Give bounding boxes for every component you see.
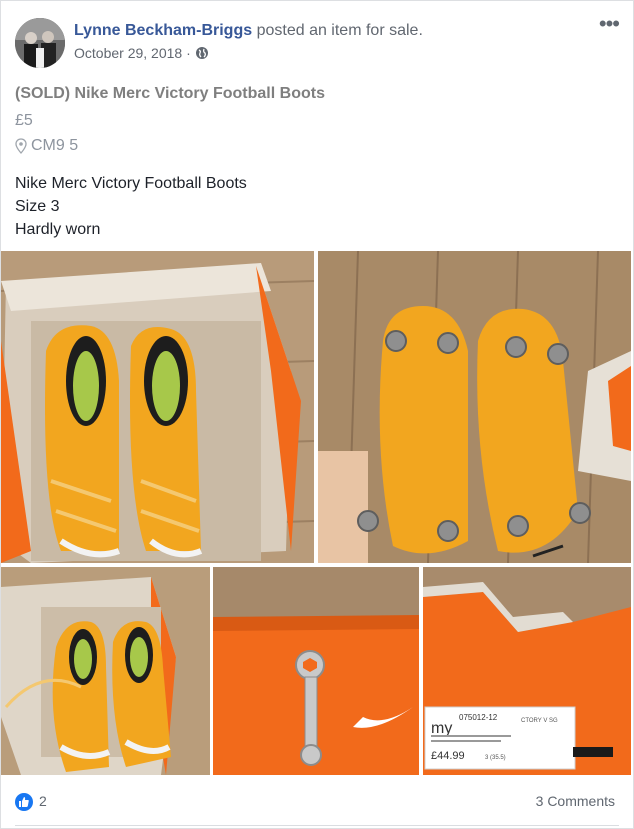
description-line: Size 3 — [15, 198, 60, 215]
comments-link[interactable]: 3 Comments — [536, 793, 615, 809]
photo-boots-in-box[interactable] — [1, 251, 314, 563]
listing-location: CM9 5 — [15, 137, 78, 155]
photo-box-label[interactable]: my 075012-12 CTORY V SG £44.99 3 (35.5) — [423, 567, 631, 775]
box-label-price: £44.99 — [431, 750, 465, 762]
globe-icon[interactable] — [195, 46, 209, 60]
photo-boot-soles[interactable] — [318, 251, 631, 563]
marketplace-post: Lynne Beckham-Briggs posted an item for … — [0, 0, 634, 829]
location-pin-icon — [15, 138, 27, 154]
post-meta: October 29, 2018 · — [74, 45, 209, 61]
post-action-text: posted an item for sale. — [256, 22, 423, 39]
more-options-button[interactable]: ••• — [599, 13, 620, 35]
photo-boots-side[interactable] — [1, 567, 210, 775]
box-label-code: 075012-12 — [459, 713, 498, 722]
like-reaction-icon[interactable] — [15, 793, 33, 811]
location-text: CM9 5 — [31, 137, 79, 154]
post-footer: 2 3 Comments — [1, 785, 634, 817]
description-line: Nike Merc Victory Football Boots — [15, 175, 247, 192]
post-header: Lynne Beckham-Briggs posted an item for … — [74, 22, 423, 40]
author-avatar[interactable] — [15, 18, 65, 68]
listing-title[interactable]: (SOLD) Nike Merc Victory Football Boots — [15, 85, 325, 103]
post-date[interactable]: October 29, 2018 · — [74, 45, 191, 61]
author-name-link[interactable]: Lynne Beckham-Briggs — [74, 22, 252, 39]
photo-box-and-spanner[interactable] — [213, 567, 419, 775]
like-count[interactable]: 2 — [39, 793, 47, 809]
box-label-brand: my — [431, 720, 452, 737]
listing-description: Nike Merc Victory Football Boots Size 3 … — [15, 172, 247, 241]
description-line: Hardly worn — [15, 221, 101, 238]
box-label-model: CTORY V SG — [521, 718, 558, 724]
box-label-size: 3 (35.5) — [485, 755, 506, 761]
footer-divider — [15, 825, 619, 826]
listing-price: £5 — [15, 112, 33, 129]
